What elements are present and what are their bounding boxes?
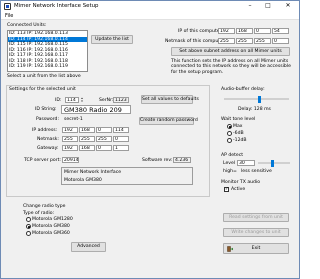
read-settings-button[interactable]: Read settings from unit <box>223 213 289 222</box>
less-sensitive-label: less sensitive <box>241 169 272 174</box>
computer-ip-1[interactable]: 192 <box>218 28 235 34</box>
computer-netmask-4[interactable]: 0 <box>272 38 289 44</box>
ip-field-2[interactable]: 168 <box>79 127 95 133</box>
advanced-button[interactable]: Advanced <box>71 242 106 252</box>
id-string-label: ID String: <box>35 107 57 112</box>
create-random-password-button[interactable]: Create random password <box>139 117 198 125</box>
connected-units-label: Connected Units: <box>7 23 47 28</box>
connected-units-list[interactable]: ID: 113 IP: 192.168.0.113 ID: 114 IP: 19… <box>7 30 88 72</box>
close-button[interactable]: ✕ <box>280 2 296 11</box>
tcp-port-label: TCP server port: <box>24 158 61 163</box>
tone-6db-radio[interactable] <box>227 131 232 136</box>
computer-netmask-1[interactable]: 255 <box>218 38 235 44</box>
netmask-field-1[interactable]: 255 <box>62 136 78 142</box>
select-unit-hint: Select a unit from the list above <box>7 74 81 79</box>
radio-gm380[interactable] <box>26 224 31 229</box>
tone-6db-label: -6dB <box>233 131 244 136</box>
audio-buffer-slider[interactable] <box>224 98 289 100</box>
tone-12db-label: -12dB <box>233 138 247 143</box>
level-label: Level <box>223 161 236 166</box>
software-rev-label: Software rev: <box>142 158 173 163</box>
minimize-button[interactable]: – <box>242 2 258 11</box>
tone-max-label: Max <box>233 124 243 129</box>
monitor-tx-label: Monitor TX audio <box>221 180 261 185</box>
ip-address-label: IP address: <box>32 128 58 133</box>
set-defaults-button[interactable]: Set all values to defaults <box>141 95 199 104</box>
computer-ip-4[interactable]: 54 <box>272 28 289 34</box>
software-rev-field: 4.236 <box>173 157 191 163</box>
id-string-field[interactable]: GM380 Radio 209 <box>61 105 131 114</box>
id-spinner[interactable]: ▴ ▾ <box>80 97 84 104</box>
subnet-note: This function sets the IP address on all… <box>171 59 291 75</box>
gateway-field-4[interactable]: 1 <box>113 145 129 151</box>
high-label: high= <box>223 169 237 174</box>
ip-field-3[interactable]: 0 <box>96 127 112 133</box>
update-list-button[interactable]: Update the list <box>91 35 133 44</box>
radio-gm1280-label: Motorola GM1280 <box>32 217 73 222</box>
maximize-button[interactable]: □ <box>260 2 276 11</box>
id-field[interactable]: 114 <box>65 97 79 103</box>
netmask-field-4[interactable]: 0 <box>113 136 129 142</box>
window-title: Mimer Network Interface Setup <box>14 3 99 9</box>
unit-info-line-1: Mimer Network Interface <box>64 170 122 175</box>
password-label: Password: <box>36 117 60 122</box>
menu-bar <box>1 12 299 20</box>
computer-ip-3[interactable]: 0 <box>254 28 271 34</box>
level-field[interactable]: 30 <box>237 160 255 166</box>
computer-netmask-2[interactable]: 255 <box>236 38 253 44</box>
ip-field-1[interactable]: 192 <box>62 127 78 133</box>
radio-gm1280[interactable] <box>26 217 31 222</box>
write-changes-button[interactable]: Write changes to unit <box>223 228 289 237</box>
tcp-port-field[interactable]: 20914 <box>62 157 79 163</box>
app-icon <box>4 3 11 10</box>
netmask-field-3[interactable]: 255 <box>96 136 112 142</box>
tone-12db-radio[interactable] <box>227 138 232 143</box>
serial-label: SerNr: <box>99 98 114 103</box>
unit-info-box: Mimer Network Interface Motorola GM380 <box>61 167 193 185</box>
delay-text: Delay: 128 ms <box>238 107 271 112</box>
type-of-radio-label: Type of radio: <box>23 211 55 216</box>
set-subnet-all-button[interactable]: Set above subnet address on all Mimer un… <box>171 47 290 56</box>
change-radio-label: Change radio type <box>23 204 66 209</box>
netmask-label: Netmask: <box>37 137 59 142</box>
menu-file[interactable]: File <box>5 13 13 19</box>
gateway-field-1[interactable]: 192 <box>62 145 78 151</box>
exit-icon <box>227 246 234 252</box>
audio-buffer-slider-thumb[interactable] <box>258 96 262 103</box>
radio-gm360-label: Motorola GM360 <box>32 231 70 236</box>
radio-gm380-label: Motorola GM380 <box>32 224 70 229</box>
radio-gm360[interactable] <box>26 231 31 236</box>
wait-tone-label: Wait tone level <box>221 117 256 122</box>
audio-buffer-label: Audio-buffer delay: <box>221 87 265 92</box>
netmask-field-2[interactable]: 255 <box>79 136 95 142</box>
ap-detect-label: AP detect <box>221 153 244 158</box>
id-label: ID: <box>55 98 62 103</box>
exit-button-label: Exit <box>251 246 261 251</box>
serial-field: 1123 <box>113 97 129 103</box>
gateway-field-3[interactable]: 0 <box>96 145 112 151</box>
password-value: secret-1 <box>64 117 83 122</box>
app-window: Mimer Network Interface Setup – □ ✕ File… <box>0 0 300 279</box>
computer-netmask-3[interactable]: 255 <box>254 38 271 44</box>
active-checkbox[interactable]: ✓ <box>224 187 229 192</box>
gateway-label: Gateway: <box>37 146 59 151</box>
computer-ip-label: IP of this computer: <box>178 29 223 34</box>
ip-field-4[interactable]: 114 <box>113 127 129 133</box>
unit-info-line-2: Motorola GM380 <box>64 178 102 183</box>
settings-group-label: Settings for the selected unit <box>9 87 76 92</box>
tone-max-radio[interactable] <box>227 124 232 129</box>
active-label: Active <box>231 187 246 192</box>
list-item[interactable]: ID: 119 IP: 192.168.0.119 <box>8 64 87 70</box>
computer-ip-2[interactable]: 168 <box>236 28 253 34</box>
exit-button[interactable]: Exit <box>223 243 289 254</box>
gateway-field-2[interactable]: 168 <box>79 145 95 151</box>
ap-level-slider-thumb[interactable] <box>271 160 275 167</box>
